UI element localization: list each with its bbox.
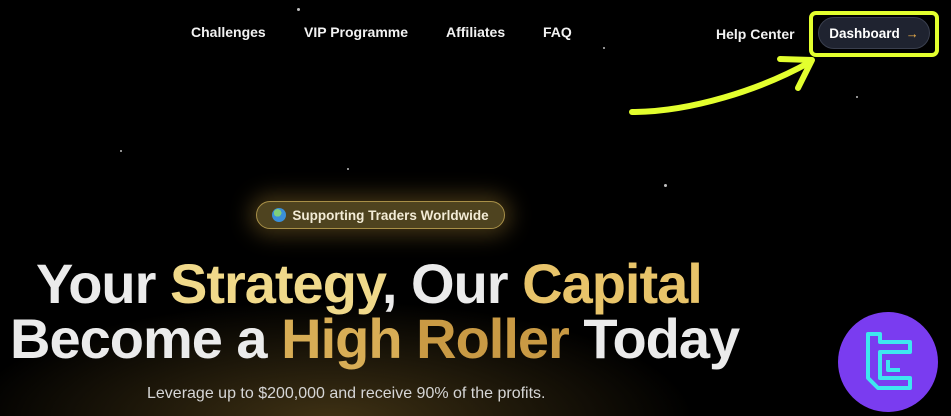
nav-link-challenges[interactable]: Challenges (191, 24, 266, 40)
nav-link-vip-programme[interactable]: VIP Programme (304, 24, 408, 40)
star-decoration (297, 8, 300, 11)
dashboard-button[interactable]: Dashboard → (818, 17, 930, 49)
headline-text: , Our (381, 252, 523, 315)
star-decoration (664, 184, 667, 187)
nav-link-faq[interactable]: FAQ (543, 24, 572, 40)
tradingfinder-logo-icon (838, 312, 938, 412)
nav-link-affiliates[interactable]: Affiliates (446, 24, 505, 40)
headline-line-2: Become a High Roller Today (10, 311, 951, 367)
headline-line-1: Your Strategy, Our Capital (36, 256, 951, 312)
headline-text: Become a (10, 307, 282, 370)
badge-text: Supporting Traders Worldwide (292, 207, 489, 223)
star-decoration (856, 96, 858, 98)
hero-subtitle: Leverage up to $200,000 and receive 90% … (147, 385, 546, 402)
arrow-right-icon: → (905, 25, 919, 41)
headline-highlight: Strategy (169, 252, 383, 315)
globe-icon (272, 208, 287, 222)
headline-highlight: High (281, 307, 417, 370)
page: Challenges VIP Programme Affiliates FAQ … (0, 0, 951, 416)
star-decoration (120, 150, 122, 152)
headline-text: Your (36, 252, 170, 315)
hand-drawn-arrow-icon (629, 56, 815, 115)
headline-highlight: Capital (522, 252, 703, 315)
star-decoration (347, 168, 349, 170)
dashboard-button-label: Dashboard (829, 25, 900, 41)
headline-text: Today (568, 307, 740, 370)
nav-link-help-center[interactable]: Help Center (716, 26, 795, 42)
headline-highlight: Roller (416, 307, 570, 370)
supporting-traders-badge: Supporting Traders Worldwide (256, 201, 505, 229)
star-decoration (603, 47, 605, 49)
